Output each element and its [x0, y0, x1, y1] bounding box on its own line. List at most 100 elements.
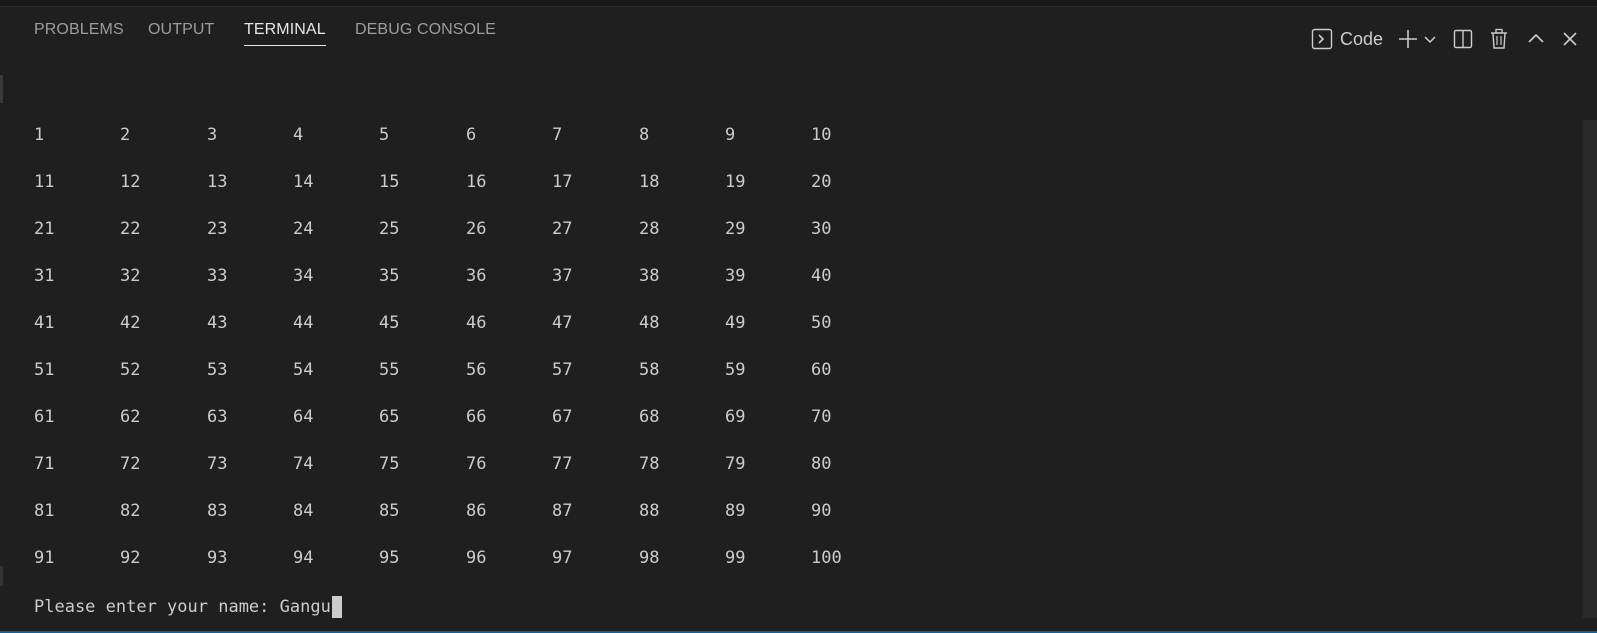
- terminal-number: 91: [34, 548, 55, 568]
- typed-input: Gangu: [279, 597, 331, 617]
- chevron-up-icon: [1527, 30, 1545, 48]
- launch-profile-button[interactable]: [1423, 25, 1437, 53]
- terminal-number: 9: [725, 125, 736, 145]
- terminal-number: 6: [466, 125, 477, 145]
- tab-terminal[interactable]: TERMINAL: [244, 21, 326, 46]
- terminal-number: 64: [293, 407, 314, 427]
- tab-debug-console[interactable]: DEBUG CONSOLE: [355, 21, 496, 45]
- terminal-number: 23: [207, 219, 228, 239]
- terminal-number: 75: [379, 454, 400, 474]
- terminal-number: 22: [120, 219, 141, 239]
- terminal-number: 35: [379, 266, 400, 286]
- terminal-number: 13: [207, 172, 228, 192]
- terminal-cursor: [331, 596, 342, 618]
- terminal-number: 67: [552, 407, 573, 427]
- terminal-number: 99: [725, 548, 746, 568]
- terminal-number: 5: [379, 125, 390, 145]
- terminal-number: 46: [466, 313, 487, 333]
- terminal-line: 21 22 23 24 25 26 27 28 29 30: [34, 208, 934, 255]
- terminal-line: 71 72 73 74 75 76 77 78 79 80: [34, 443, 934, 490]
- terminal-number: 34: [293, 266, 314, 286]
- terminal-number: 36: [466, 266, 487, 286]
- terminal-number: 43: [207, 313, 228, 333]
- terminal-line: 31 32 33 34 35 36 37 38 39 40: [34, 255, 934, 302]
- terminal-number: 63: [207, 407, 228, 427]
- tab-problems[interactable]: PROBLEMS: [34, 21, 124, 45]
- terminal-line: 81 82 83 84 85 86 87 88 89 90: [34, 490, 934, 537]
- terminal-number: 55: [379, 360, 400, 380]
- terminal-output[interactable]: 1 2 3 4 5 6 7 8 9 10 11 12 13 14 15 16 17 18 19 20 21 22 23 24 2…: [34, 114, 934, 584]
- terminal-line: 91 92 93 94 95 96 97 98 99 100: [34, 537, 934, 584]
- terminal-number: 29: [725, 219, 746, 239]
- terminal-number: 33: [207, 266, 228, 286]
- terminal-number: 72: [120, 454, 141, 474]
- terminal-number: 65: [379, 407, 400, 427]
- terminal-number: 32: [120, 266, 141, 286]
- panel-top-border: [0, 0, 1597, 7]
- terminal-name-label: Code: [1339, 28, 1383, 49]
- terminal-icon: [1311, 28, 1333, 50]
- terminal-number: 50: [811, 313, 832, 333]
- terminal-line: 51 52 53 54 55 56 57 58 59 60: [34, 349, 934, 396]
- terminal-number: 79: [725, 454, 746, 474]
- terminal-number: 93: [207, 548, 228, 568]
- terminal-number: 88: [639, 501, 660, 521]
- terminal-number: 45: [379, 313, 400, 333]
- terminal-number: 15: [379, 172, 400, 192]
- terminal-number: 11: [34, 172, 55, 192]
- terminal-profile-button[interactable]: Code: [1311, 25, 1397, 53]
- terminal-number: 30: [811, 219, 832, 239]
- terminal-number: 62: [120, 407, 141, 427]
- terminal-line: 11 12 13 14 15 16 17 18 19 20: [34, 161, 934, 208]
- chevron-down-icon: [1423, 32, 1437, 46]
- terminal-number: 26: [466, 219, 487, 239]
- terminal-number: 12: [120, 172, 141, 192]
- terminal-number: 3: [207, 125, 218, 145]
- terminal-number: 41: [34, 313, 55, 333]
- terminal-number: 89: [725, 501, 746, 521]
- terminal-number: 2: [120, 125, 131, 145]
- kill-terminal-button[interactable]: [1489, 25, 1509, 53]
- terminal-line: 61 62 63 64 65 66 67 68 69 70: [34, 396, 934, 443]
- terminal-number: 8: [639, 125, 650, 145]
- terminal-number: 38: [639, 266, 660, 286]
- terminal-number: 96: [466, 548, 487, 568]
- terminal-number: 84: [293, 501, 314, 521]
- terminal-number: 82: [120, 501, 141, 521]
- terminal-number: 85: [379, 501, 400, 521]
- terminal-number: 100: [811, 548, 842, 568]
- terminal-number: 80: [811, 454, 832, 474]
- terminal-number: 10: [811, 125, 832, 145]
- new-terminal-button[interactable]: [1397, 25, 1419, 53]
- terminal-number: 95: [379, 548, 400, 568]
- terminal-number: 49: [725, 313, 746, 333]
- terminal-number: 59: [725, 360, 746, 380]
- terminal-number: 7: [552, 125, 563, 145]
- left-edge-marker-bottom: [0, 566, 3, 586]
- terminal-number: 37: [552, 266, 573, 286]
- panel-actions: Code: [1311, 25, 1579, 53]
- terminal-number: 31: [34, 266, 55, 286]
- close-panel-button[interactable]: [1561, 25, 1579, 53]
- terminal-prompt-line[interactable]: Please enter your name: Gangu: [34, 596, 342, 618]
- terminal-number: 48: [639, 313, 660, 333]
- terminal-number: 17: [552, 172, 573, 192]
- maximize-panel-button[interactable]: [1527, 25, 1545, 53]
- terminal-number: 39: [725, 266, 746, 286]
- split-terminal-button[interactable]: [1453, 25, 1473, 53]
- left-edge-marker: [0, 75, 3, 103]
- terminal-number: 76: [466, 454, 487, 474]
- terminal-number: 74: [293, 454, 314, 474]
- terminal-number: 51: [34, 360, 55, 380]
- terminal-number: 54: [293, 360, 314, 380]
- terminal-scrollbar[interactable]: [1582, 120, 1597, 618]
- terminal-number: 86: [466, 501, 487, 521]
- tab-output[interactable]: OUTPUT: [148, 21, 214, 45]
- terminal-number: 92: [120, 548, 141, 568]
- terminal-number: 25: [379, 219, 400, 239]
- terminal-number: 20: [811, 172, 832, 192]
- terminal-number: 94: [293, 548, 314, 568]
- close-icon: [1561, 30, 1579, 48]
- terminal-number: 24: [293, 219, 314, 239]
- terminal-number: 40: [811, 266, 832, 286]
